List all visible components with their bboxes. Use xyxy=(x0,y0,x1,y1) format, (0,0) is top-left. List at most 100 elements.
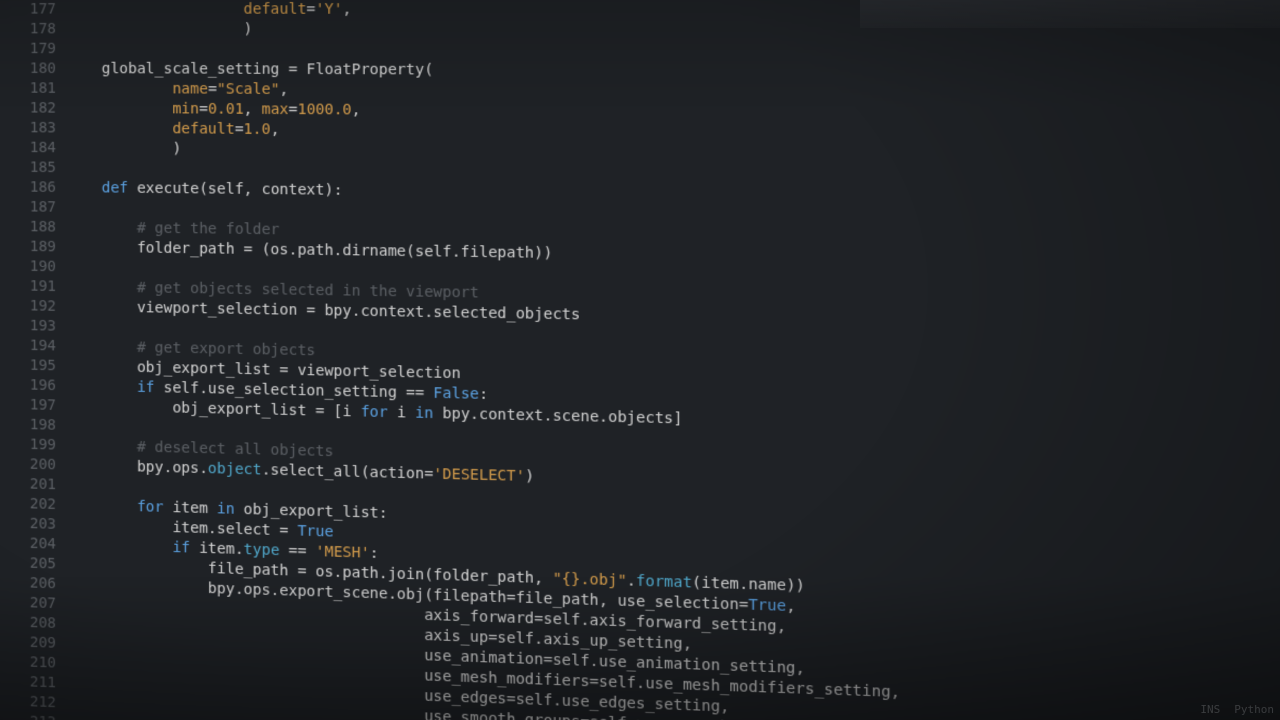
line-number: 184 xyxy=(6,138,56,158)
token-plain: , xyxy=(280,81,289,98)
token-plain xyxy=(66,378,136,396)
line-number: 213 xyxy=(6,712,56,720)
token-plain xyxy=(66,497,136,516)
token-plain: : xyxy=(370,545,379,562)
code-line[interactable]: default='Y', xyxy=(66,0,1280,21)
token-plain xyxy=(66,536,172,556)
token-kw: for xyxy=(361,404,388,422)
token-plain: = xyxy=(306,1,315,18)
token-str: "Scale" xyxy=(217,81,280,98)
token-plain: , xyxy=(244,101,262,118)
token-plain: = xyxy=(199,101,208,118)
line-number: 192 xyxy=(6,296,56,317)
token-plain: , xyxy=(343,1,352,18)
token-plain xyxy=(66,279,136,297)
token-plain xyxy=(66,338,136,356)
token-arg: default xyxy=(172,121,234,138)
token-plain: . xyxy=(627,573,636,590)
line-number: 181 xyxy=(6,79,56,99)
token-plain xyxy=(66,80,172,97)
token-num: 1.0 xyxy=(244,121,271,138)
line-number: 202 xyxy=(6,494,56,515)
token-plain: = xyxy=(288,101,297,118)
line-number: 206 xyxy=(6,573,56,594)
token-plain: = xyxy=(235,121,244,138)
token-num: 1000.0 xyxy=(297,101,351,118)
token-arg: default xyxy=(244,1,307,18)
token-plain xyxy=(66,120,172,137)
line-number: 185 xyxy=(6,158,56,178)
line-number: 207 xyxy=(6,593,56,614)
token-plain: global_scale_setting = FloatProperty( xyxy=(66,61,433,79)
token-num: 0.01 xyxy=(208,101,244,118)
token-str: 'Y' xyxy=(315,1,342,18)
token-attr: object xyxy=(208,460,262,478)
token-comm: # deselect all objects xyxy=(137,439,334,460)
token-plain: = xyxy=(208,81,217,98)
line-number: 198 xyxy=(6,415,56,436)
line-number: 194 xyxy=(6,336,56,357)
token-plain xyxy=(66,1,243,18)
line-number: 211 xyxy=(6,672,56,694)
token-comm: # get export objects xyxy=(137,339,316,359)
code-area[interactable]: default='Y', ) global_scale_setting = Fl… xyxy=(66,0,1280,720)
line-number: 187 xyxy=(6,198,56,218)
token-plain: execute(self, context): xyxy=(128,180,342,199)
token-kw: def xyxy=(102,180,128,197)
token-kw: in xyxy=(415,405,433,422)
line-number: 179 xyxy=(6,40,56,60)
token-bool: True xyxy=(297,523,333,541)
code-line[interactable]: ) xyxy=(66,20,1280,43)
token-plain: bpy.context.scene.objects] xyxy=(433,405,682,427)
token-str: "{}.obj" xyxy=(553,570,627,589)
token-plain: , xyxy=(352,102,361,119)
token-plain: , xyxy=(786,598,795,616)
token-plain xyxy=(66,437,136,455)
line-number: 180 xyxy=(6,59,56,79)
line-number: 196 xyxy=(6,376,56,397)
token-plain: .select_all(action= xyxy=(262,462,434,483)
token-plain: obj_export_list = [i xyxy=(66,398,360,421)
line-number: 210 xyxy=(6,652,56,674)
line-number: 183 xyxy=(6,119,56,139)
token-kw: if xyxy=(172,539,190,556)
token-plain: item xyxy=(164,499,217,517)
line-number: 203 xyxy=(6,514,56,535)
token-plain: ) xyxy=(66,140,181,158)
line-number: 186 xyxy=(6,178,56,198)
line-number: 193 xyxy=(6,316,56,337)
line-number: 212 xyxy=(6,692,56,714)
line-number: 195 xyxy=(6,356,56,377)
token-plain: obj_export_list: xyxy=(235,501,388,522)
line-number-gutter: 1771781791801811821831841851861871881891… xyxy=(0,0,66,720)
line-number: 201 xyxy=(6,474,56,495)
token-plain: i xyxy=(388,404,415,422)
token-plain xyxy=(66,219,136,237)
token-arg: name xyxy=(172,81,208,98)
line-number: 189 xyxy=(6,237,56,257)
line-number: 205 xyxy=(6,553,56,574)
token-plain: ) xyxy=(66,21,252,38)
code-editor[interactable]: 1771781791801811821831841851861871881891… xyxy=(0,0,1280,720)
token-kw: if xyxy=(137,379,155,396)
line-number: 197 xyxy=(6,395,56,416)
line-number: 200 xyxy=(6,455,56,476)
token-plain: == xyxy=(279,542,315,560)
line-number: 191 xyxy=(6,277,56,298)
token-attr: format xyxy=(636,573,692,592)
token-plain: bpy.ops. xyxy=(66,457,208,477)
status-language: Python xyxy=(1234,703,1274,716)
token-arg: max xyxy=(262,101,289,118)
token-kw: in xyxy=(217,501,235,518)
token-plain: ) xyxy=(525,468,534,485)
line-number: 190 xyxy=(6,257,56,277)
status-mode: INS xyxy=(1200,703,1220,716)
token-bool: False xyxy=(433,385,479,403)
token-plain xyxy=(66,100,172,117)
line-number: 199 xyxy=(6,435,56,456)
line-number: 209 xyxy=(6,633,56,654)
line-number: 188 xyxy=(6,217,56,237)
token-plain xyxy=(66,180,101,197)
line-number: 178 xyxy=(6,20,56,40)
token-str: 'DESELECT' xyxy=(433,466,525,485)
